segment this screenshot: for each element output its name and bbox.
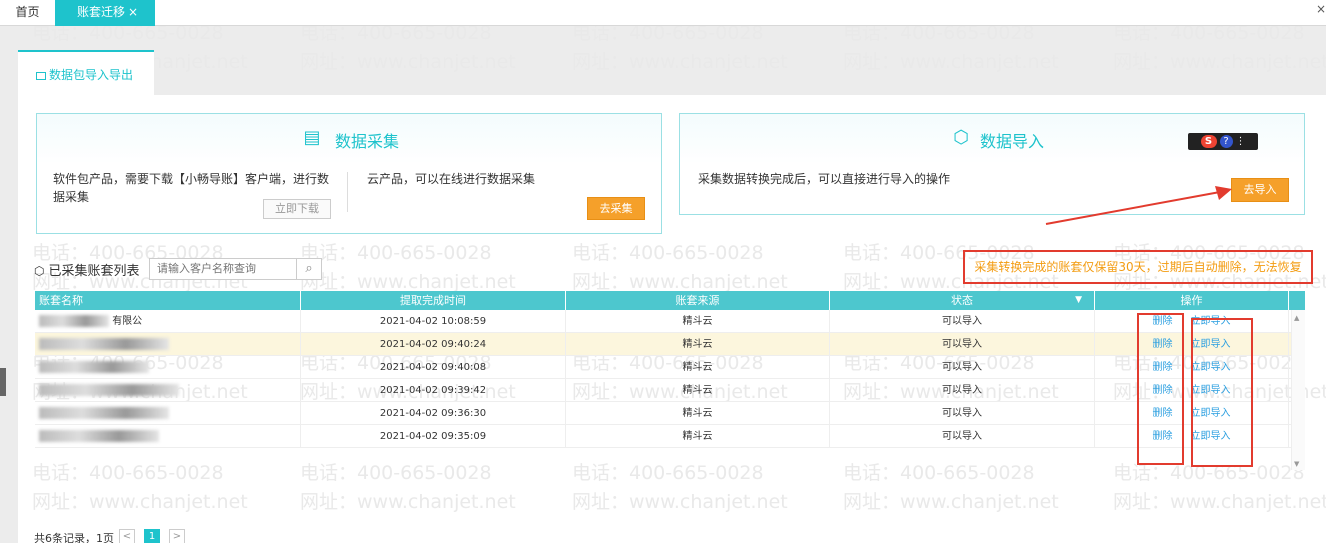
tab-label: 账套迁移 — [77, 5, 126, 19]
cell-account-name — [35, 379, 301, 401]
more-icon[interactable]: ⋮ — [1236, 136, 1246, 147]
toolbar-widget[interactable]: S? ⋮ — [1188, 133, 1258, 150]
card-title: 数据导入 — [980, 132, 1045, 151]
account-table: 账套名称 提取完成时间 账套来源 状态 ▼ 操作 有限公 2021-04-02 10… — [35, 291, 1305, 448]
cell-status: 可以导入 — [830, 402, 1095, 424]
column-header: 提取完成时间 — [301, 291, 566, 310]
cell-time: 2021-04-02 09:40:24 — [301, 333, 566, 355]
redacted-name — [39, 384, 179, 396]
table-row[interactable]: 2021-04-02 09:36:30 精斗云 可以导入 删除 立即导入 — [35, 402, 1305, 425]
cell-source: 精斗云 — [566, 379, 830, 401]
page: 电话：400-665-0028网址：www.chanjet.net电话：400-… — [0, 0, 1326, 543]
collect-button[interactable]: 去采集 — [587, 197, 645, 220]
subtab-data-package[interactable]: 数据包导入导出 — [18, 50, 154, 96]
column-header-label: 状态 — [951, 294, 973, 307]
column-header: 账套来源 — [566, 291, 830, 310]
tab-account-migration[interactable]: 账套迁移 × — [55, 0, 155, 26]
cell-status: 可以导入 — [830, 333, 1095, 355]
side-handle[interactable] — [0, 368, 6, 396]
redacted-name — [39, 430, 159, 442]
data-collect-card: ▤ 数据采集 软件包产品，需要下载【小畅导账】客户端，进行数据采集 立即下载 云… — [36, 113, 662, 234]
list-title: ⬡ 已采集账套列表 — [34, 260, 140, 279]
cell-account-name — [35, 333, 301, 355]
monitor-icon — [36, 71, 46, 80]
scroll-down-icon[interactable]: ▼ — [1294, 460, 1299, 468]
cell-source: 精斗云 — [566, 402, 830, 424]
cell-time: 2021-04-02 09:39:42 — [301, 379, 566, 401]
column-header[interactable]: 状态 ▼ — [830, 291, 1095, 310]
pager-summary: 共6条记录，1页 — [34, 532, 114, 543]
redacted-name — [39, 315, 109, 327]
close-icon[interactable]: × — [128, 5, 138, 19]
window-close-icon[interactable]: × — [1316, 2, 1326, 16]
card-title: 数据采集 — [335, 132, 400, 151]
redacted-name — [39, 338, 169, 350]
cube-icon: ⬡ — [34, 264, 45, 278]
cell-account-name — [35, 402, 301, 424]
tab-home[interactable]: 首页 — [0, 0, 55, 26]
cell-status: 可以导入 — [830, 425, 1095, 447]
import-description: 采集数据转换完成后，可以直接进行导入的操作 — [698, 172, 951, 186]
search-input[interactable] — [149, 258, 297, 280]
tab-bar — [0, 0, 1326, 26]
redacted-name — [39, 361, 149, 373]
pager-page-button[interactable]: 1 — [144, 529, 160, 543]
scrollbar[interactable] — [1291, 310, 1305, 470]
cell-source: 精斗云 — [566, 425, 830, 447]
cell-status: 可以导入 — [830, 356, 1095, 378]
help-icon[interactable]: ? — [1219, 135, 1233, 148]
cell-status: 可以导入 — [830, 310, 1095, 332]
table-row[interactable]: 2021-04-02 09:39:42 精斗云 可以导入 删除 立即导入 — [35, 379, 1305, 402]
subtab-label: 数据包导入导出 — [49, 68, 134, 82]
box-icon: ⬡ — [953, 127, 969, 148]
download-button[interactable]: 立即下载 — [263, 199, 331, 219]
cell-source: 精斗云 — [566, 310, 830, 332]
s-icon[interactable]: S — [1200, 135, 1217, 148]
scroll-up-icon[interactable]: ▲ — [1294, 314, 1299, 322]
filter-icon[interactable]: ▼ — [1075, 291, 1082, 310]
annotation-box-delete — [1137, 313, 1184, 465]
divider — [347, 172, 348, 212]
cell-time: 2021-04-02 09:40:08 — [301, 356, 566, 378]
table-body: 有限公 2021-04-02 10:08:59 精斗云 可以导入 删除 立即导入 2021… — [35, 310, 1305, 448]
cloud-description: 云产品，可以在线进行数据采集 — [367, 172, 536, 186]
cell-status: 可以导入 — [830, 379, 1095, 401]
table-row[interactable]: 2021-04-02 09:40:08 精斗云 可以导入 删除 立即导入 — [35, 356, 1305, 379]
table-header: 账套名称 提取完成时间 账套来源 状态 ▼ 操作 — [35, 291, 1305, 310]
cell-time: 2021-04-02 09:36:30 — [301, 402, 566, 424]
collect-icon: ▤ — [303, 127, 321, 148]
table-row[interactable]: 2021-04-02 09:40:24 精斗云 可以导入 删除 立即导入 — [35, 333, 1305, 356]
annotation-box-import — [1191, 318, 1253, 467]
table-row[interactable]: 2021-04-02 09:35:09 精斗云 可以导入 删除 立即导入 — [35, 425, 1305, 448]
column-header: 账套名称 — [35, 291, 301, 310]
cell-source: 精斗云 — [566, 356, 830, 378]
column-header: 操作 — [1095, 291, 1289, 310]
cell-account-name: 有限公 — [35, 310, 301, 332]
cell-time: 2021-04-02 10:08:59 — [301, 310, 566, 332]
list-title-text: 已采集账套列表 — [48, 264, 140, 279]
retention-notice: 采集转换完成的账套仅保留30天，过期后自动删除，无法恢复 — [963, 250, 1313, 284]
cell-source: 精斗云 — [566, 333, 830, 355]
cell-account-name — [35, 425, 301, 447]
pager-prev-button[interactable]: < — [119, 529, 135, 543]
search-icon[interactable]: ⌕ — [296, 258, 322, 280]
annotation-arrow — [1045, 186, 1232, 225]
cell-time: 2021-04-02 09:35:09 — [301, 425, 566, 447]
table-row[interactable]: 有限公 2021-04-02 10:08:59 精斗云 可以导入 删除 立即导入 — [35, 310, 1305, 333]
pager-next-button[interactable]: > — [169, 529, 185, 543]
cell-account-name — [35, 356, 301, 378]
name-tail: 有限公 — [112, 316, 143, 327]
redacted-name — [39, 407, 169, 419]
